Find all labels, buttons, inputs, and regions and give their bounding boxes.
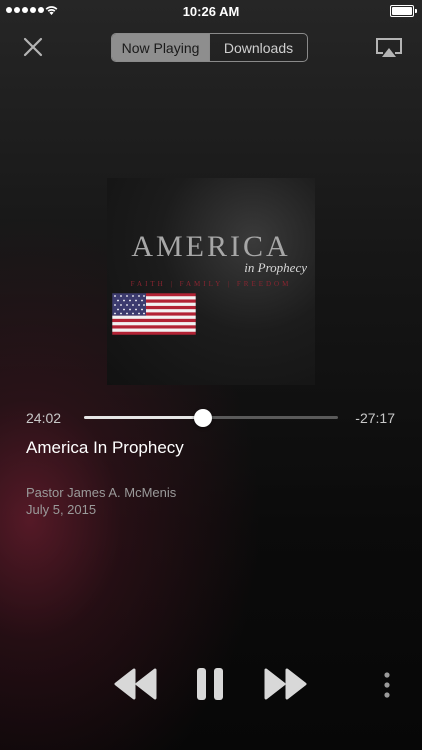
- elapsed-time: 24:02: [26, 410, 62, 426]
- remaining-time: -27:17: [355, 410, 395, 426]
- airplay-icon: [376, 38, 402, 57]
- status-time: 10:26 AM: [182, 4, 240, 19]
- status-bar: 10:26 AM: [0, 0, 422, 22]
- artwork-subtitle: in Prophecy: [244, 260, 307, 275]
- track-artist: Pastor James A. McMenis: [26, 485, 177, 500]
- now-playing-screen: 10:26 AM Now Playing Downloads AMERICA i…: [0, 0, 422, 750]
- scrubber-knob[interactable]: [194, 409, 213, 427]
- artwork-tagline: FAITH | FAMILY | FREEDOM: [130, 280, 292, 288]
- scrubber-fill: [84, 416, 204, 419]
- fast-forward-button[interactable]: [262, 666, 308, 702]
- view-segmented-control: Now Playing Downloads: [111, 33, 308, 62]
- pause-icon: [197, 668, 223, 700]
- artwork-title: AMERICA: [131, 230, 291, 263]
- close-icon: [23, 37, 43, 57]
- american-flag-icon: [112, 293, 196, 335]
- album-artwork: AMERICA in Prophecy FAITH | FAMILY | FRE…: [107, 178, 315, 385]
- more-options-button[interactable]: [378, 670, 396, 700]
- tab-now-playing[interactable]: Now Playing: [112, 34, 209, 61]
- playback-scrubber[interactable]: [84, 408, 338, 428]
- close-button[interactable]: [20, 34, 48, 62]
- more-vertical-icon: [384, 672, 390, 698]
- rewind-button[interactable]: [113, 666, 159, 702]
- tab-downloads[interactable]: Downloads: [209, 34, 307, 61]
- track-date: July 5, 2015: [26, 502, 97, 517]
- fast-forward-icon: [264, 668, 307, 700]
- battery-icon: [390, 5, 417, 17]
- rewind-icon: [114, 668, 157, 700]
- airplay-button[interactable]: [374, 36, 404, 60]
- track-title: America In Prophecy: [26, 438, 184, 457]
- pause-button[interactable]: [192, 666, 228, 702]
